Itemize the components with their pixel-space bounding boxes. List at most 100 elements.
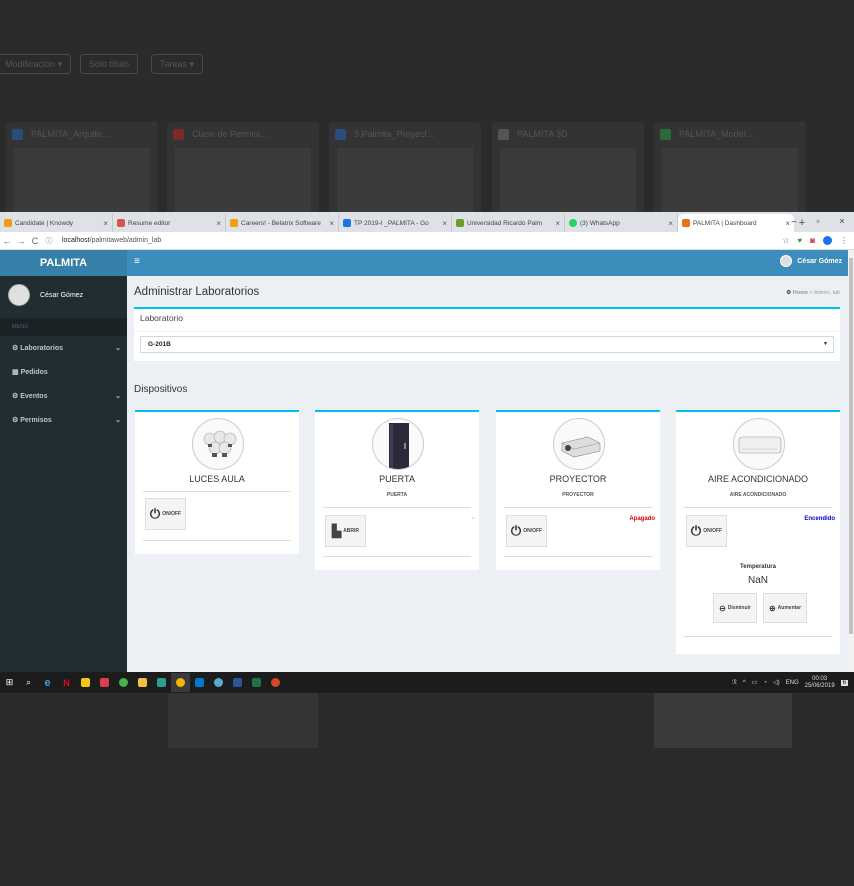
favicon-icon (682, 219, 690, 227)
minimize-icon[interactable]: – (782, 212, 806, 232)
close-icon[interactable]: × (103, 219, 108, 228)
dashboard-icon: ⚙ (12, 393, 19, 400)
profile-icon[interactable] (823, 236, 832, 245)
vscode-icon[interactable] (190, 673, 209, 692)
star-icon[interactable]: ☆ (782, 236, 789, 245)
notifications-icon[interactable]: 6 (840, 679, 848, 686)
close-icon[interactable]: × (555, 219, 560, 228)
battery-icon[interactable]: ▭ (752, 679, 758, 686)
extension-icon[interactable]: ◙ (810, 236, 815, 245)
chrome-active-icon[interactable] (171, 673, 190, 692)
edge-icon[interactable]: e (38, 673, 57, 692)
url-field[interactable]: localhost/palmitaweb/admin_lab (62, 237, 161, 244)
close-icon[interactable]: × (329, 219, 334, 228)
bg-title-only-button: Solo título (80, 54, 139, 74)
app2-icon[interactable] (209, 673, 228, 692)
chrome-icon[interactable] (114, 673, 133, 692)
lab-select[interactable]: G-201B ▼ (140, 336, 834, 353)
plus-circle-icon: ⊕ (768, 603, 776, 613)
search-icon[interactable]: ⌕ (19, 673, 38, 692)
bg-card: Clase de Permisi... (167, 122, 319, 217)
browser-tab[interactable]: Candidate | Knowdy × (0, 214, 113, 232)
bg-tasks-button: Tareas ▾ (151, 54, 204, 74)
device-name: PROYECTOR (549, 474, 607, 484)
page-scrollbar[interactable] (848, 250, 854, 672)
breadcrumb-home[interactable]: ⚙ Home (786, 290, 808, 296)
browser-window: Candidate | Knowdy × Resume editor × Caree… (0, 212, 854, 693)
word-icon[interactable] (228, 673, 247, 692)
bg-thumb (168, 690, 318, 748)
device-subtitle: PROYECTOR (562, 492, 594, 498)
device-card: AIRE ACONDICIONADO AIRE ACONDICIONADO En… (676, 410, 840, 654)
power-button[interactable]: ⏻ ON/OFF (506, 515, 547, 547)
netflix-icon[interactable]: N (57, 673, 76, 692)
page-title: Administrar Laboratorios (134, 286, 260, 298)
pocket-icon[interactable] (95, 673, 114, 692)
table-icon: ▦ (12, 369, 19, 376)
volume-icon[interactable]: ◁) (773, 679, 780, 686)
close-window-icon[interactable]: × (830, 212, 854, 232)
sidebar-item-laboratorios[interactable]: ⚙ Laboratorios ⌄ (0, 336, 127, 360)
door-icon: ▙ (331, 524, 342, 538)
favicon-icon (569, 219, 577, 227)
powerpoint-icon[interactable] (266, 673, 285, 692)
decrease-button[interactable]: ⊖ Disminuir (713, 593, 757, 623)
browser-tab[interactable]: Resume editor × (113, 214, 226, 232)
close-icon[interactable]: × (216, 219, 221, 228)
close-icon[interactable]: × (442, 219, 447, 228)
browser-tab[interactable]: TP 2019-I _PALMITA - Go × (339, 214, 452, 232)
favicon-icon (4, 219, 12, 227)
browser-tab-active[interactable]: PALMITA | Dashboard × (678, 214, 794, 232)
power-button[interactable]: ⏻ ON/OFF (686, 515, 727, 547)
menu-icon[interactable]: ⋮ (840, 236, 848, 245)
sidebar-item-permisos[interactable]: ⚙ Permisos ⌄ (0, 408, 127, 432)
store-icon[interactable] (76, 673, 95, 692)
reload-icon[interactable]: C (28, 236, 42, 246)
shield-icon[interactable]: ♥ (797, 236, 802, 245)
projector-image (553, 418, 605, 470)
temperature-value: NaN (747, 575, 768, 586)
language-indicator[interactable]: ENG (786, 680, 799, 686)
app-logo[interactable]: PALMITA (0, 250, 127, 276)
increase-button[interactable]: ⊕ Aumentar (763, 593, 807, 623)
sidebar-user-panel: César Gómez (0, 276, 127, 314)
power-icon: ⏻ (149, 506, 161, 521)
excel-icon[interactable] (247, 673, 266, 692)
sidebar-item-eventos[interactable]: ⚙ Eventos ⌄ (0, 384, 127, 408)
device-status: Apagado (629, 516, 655, 522)
window-controls: – ▫ × (782, 212, 854, 232)
lightbulbs-image (192, 418, 244, 470)
power-icon: ⏻ (690, 523, 702, 538)
breadcrumb: ⚙ Home > Admin. lab (786, 290, 840, 296)
forward-icon[interactable]: → (14, 236, 28, 246)
minus-circle-icon: ⊖ (719, 603, 726, 613)
clock[interactable]: 00:03 25/06/2019 (805, 676, 835, 690)
tab-strip: Candidate | Knowdy × Resume editor × Caree… (0, 212, 854, 232)
people-icon[interactable]: ℛ (732, 679, 737, 686)
dashboard-icon: ⚙ (12, 345, 19, 352)
device-card: PUERTA PUERTA - ▙ ABRIR (315, 410, 479, 570)
power-button[interactable]: ⏻ ON/OFF (145, 498, 186, 530)
lab-label: Laboratorio (140, 313, 184, 323)
chevron-down-icon: ⌄ (115, 417, 121, 424)
maximize-icon[interactable]: ▫ (806, 212, 830, 232)
browser-tab[interactable]: (3) WhatsApp × (565, 214, 678, 232)
open-door-button[interactable]: ▙ ABRIR (325, 515, 366, 547)
browser-tab[interactable]: Careers! - Belatrix Software × (226, 214, 339, 232)
sidebar-item-pedidos[interactable]: ▦ Pedidos (0, 360, 127, 384)
close-icon[interactable]: × (668, 219, 673, 228)
explorer-icon[interactable] (133, 673, 152, 692)
windows-start-icon[interactable]: ⊞ (0, 673, 19, 692)
app-icon[interactable] (152, 673, 171, 692)
scrollbar-thumb[interactable] (849, 258, 853, 634)
user-menu[interactable]: César Gómez (780, 255, 842, 267)
back-icon[interactable]: ← (0, 236, 14, 246)
chevron-up-icon[interactable]: ^ (743, 680, 746, 686)
browser-tab[interactable]: Universidad Ricardo Palm × (452, 214, 565, 232)
wifi-icon[interactable]: ◔ (763, 680, 767, 686)
sidebar-toggle-icon[interactable]: ≡ (134, 256, 140, 267)
bg-card: PALMITA_Model... (654, 122, 806, 217)
power-icon: ⏻ (510, 523, 522, 538)
info-icon[interactable]: ⓘ (42, 236, 56, 246)
caret-down-icon: ▼ (823, 341, 828, 347)
